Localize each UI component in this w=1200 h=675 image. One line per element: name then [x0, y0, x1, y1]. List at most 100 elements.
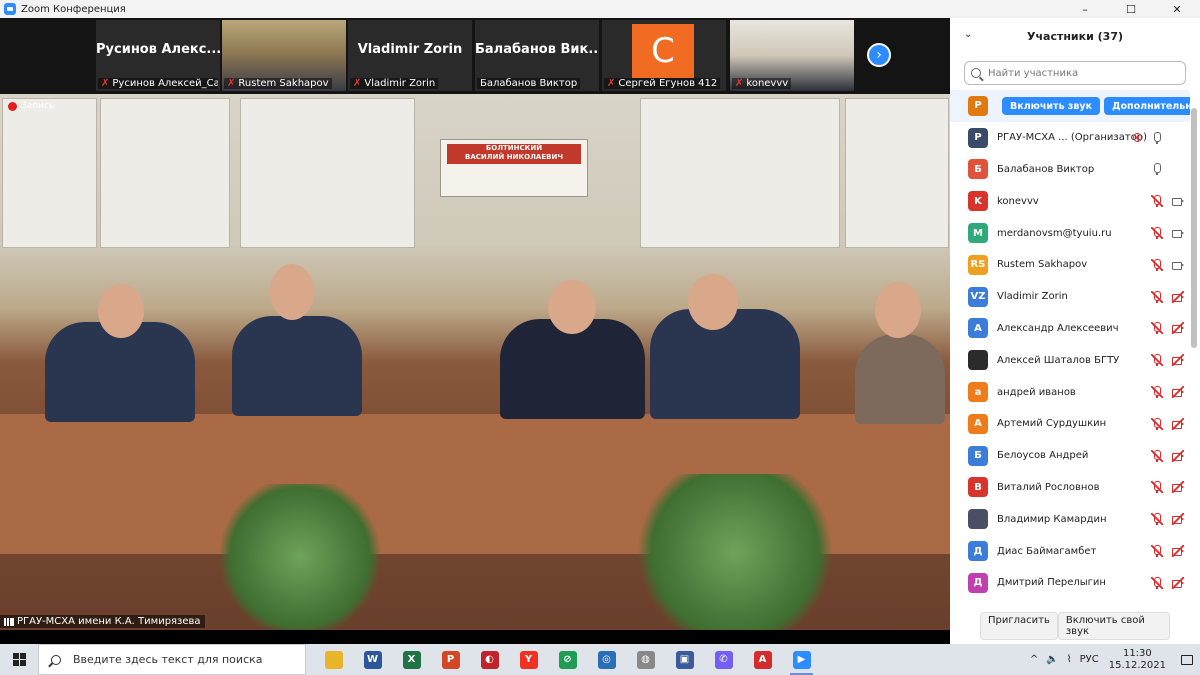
participant-row[interactable]: а андрей иванов — [950, 376, 1190, 408]
scroll-thumb[interactable] — [1191, 108, 1197, 348]
thumbnail-video[interactable]: С ✗ Сергей Егунов 412 — [602, 20, 726, 91]
save-app-taskbar-button[interactable]: ▣ — [665, 644, 704, 675]
camera-off-icon[interactable] — [1172, 322, 1184, 335]
person — [500, 319, 645, 419]
participant-row[interactable]: Д Дмитрий Перелыгин — [950, 567, 1190, 599]
language-indicator[interactable]: РУС — [1080, 654, 1099, 665]
mic-off-icon[interactable] — [1151, 545, 1163, 558]
thumbnail-video[interactable]: Русинов Алекс... ✗Русинов Алексей_Сар... — [96, 20, 220, 91]
participant-row[interactable]: RS Rustem Sakhapov — [950, 249, 1190, 281]
avatar: Р — [968, 127, 988, 148]
mic-off-icon[interactable] — [1151, 449, 1163, 462]
participant-row[interactable]: Б Балабанов Виктор — [950, 154, 1190, 186]
next-page-button[interactable]: › — [867, 43, 891, 67]
notifications-icon[interactable] — [1174, 644, 1200, 675]
powerpoint-taskbar-button[interactable]: P — [431, 644, 470, 675]
mic-off-icon[interactable] — [1151, 322, 1163, 335]
wall-exhibit — [100, 98, 230, 248]
chevron-down-icon[interactable]: ⌄ — [964, 29, 972, 40]
yandex-browser-taskbar-button[interactable]: Y — [509, 644, 548, 675]
acrobat-taskbar-button[interactable]: A — [743, 644, 782, 675]
camera-icon[interactable] — [1172, 259, 1184, 271]
clock-date: 15.12.2021 — [1108, 659, 1166, 671]
thumbnail-video[interactable]: Vladimir Zorin ✗ Vladimir Zorin — [348, 20, 472, 91]
mic-off-icon[interactable] — [1151, 417, 1163, 430]
camera-off-icon[interactable] — [1172, 417, 1184, 430]
participant-row[interactable]: Р РГАУ-МСХА ... (Организатор) — [950, 122, 1190, 154]
zoom-taskbar-button[interactable]: ▶ — [782, 644, 821, 675]
mic-off-icon[interactable] — [1151, 227, 1163, 240]
taskbar-search-placeholder: Введите здесь текст для поиска — [73, 653, 263, 666]
tray-chevron-icon[interactable]: ^ — [1030, 654, 1038, 665]
unmute-self-button[interactable]: Включить свой звук — [1057, 612, 1170, 640]
avatar: С — [632, 24, 694, 78]
close-button[interactable]: ✕ — [1154, 0, 1200, 18]
search-input[interactable] — [986, 66, 1166, 80]
camera-off-icon[interactable] — [1172, 545, 1184, 558]
thumbnail-video[interactable]: ✗ Rustem Sakhapov — [222, 20, 346, 91]
camera-off-icon[interactable] — [1172, 576, 1184, 589]
file-explorer-taskbar-button[interactable] — [314, 644, 353, 675]
mic-off-icon[interactable] — [1151, 481, 1163, 494]
word-taskbar-button[interactable]: W — [353, 644, 392, 675]
participant-row[interactable]: А Александр Алексеевич — [950, 313, 1190, 345]
app-red-taskbar-button[interactable]: ◐ — [470, 644, 509, 675]
camera-off-icon[interactable] — [1172, 449, 1184, 462]
camera-off-icon[interactable] — [1172, 290, 1184, 303]
person-head — [875, 282, 921, 338]
taskbar-search[interactable]: Введите здесь текст для поиска — [38, 644, 306, 675]
participant-row[interactable]: Mmerdanovsm@tyuiu.ru — [950, 217, 1190, 249]
participant-row[interactable]: Б Белоусов Андрей — [950, 440, 1190, 472]
clock[interactable]: 11:30 15.12.2021 — [1109, 648, 1166, 672]
camera-icon[interactable] — [1172, 227, 1184, 239]
mic-off-icon[interactable] — [1151, 513, 1163, 526]
recording-label: Запись — [21, 101, 55, 111]
participant-row[interactable]: Kkonevvv — [950, 185, 1190, 217]
camera-icon[interactable] — [1172, 195, 1184, 207]
participant-row[interactable]: В Виталий Рословнов — [950, 472, 1190, 504]
title-bar: Zoom Конференция – ☐ ✕ — [0, 0, 1200, 18]
participant-row[interactable]: VZ Vladimir Zorin — [950, 281, 1190, 313]
participant-row[interactable]: Владимир Камардин — [950, 503, 1190, 535]
avatar — [968, 350, 988, 371]
mic-off-icon[interactable] — [1151, 290, 1163, 303]
thumbnail-video[interactable]: ✗ konevvv — [730, 20, 854, 91]
app-blue-globe-taskbar-button[interactable]: ◎ — [587, 644, 626, 675]
more-button[interactable]: Дополнительно — [1104, 97, 1190, 115]
participant-row[interactable]: Д Диас Баймагамбет — [950, 535, 1190, 567]
mic-off-icon[interactable] — [1151, 354, 1163, 367]
mic-off-icon[interactable] — [1151, 576, 1163, 589]
participant-name: андрей иванов — [997, 386, 1076, 398]
viber-taskbar-button[interactable]: ✆ — [704, 644, 743, 675]
minimize-button[interactable]: – — [1062, 0, 1108, 18]
scrollbar[interactable] — [1191, 90, 1197, 600]
participant-row[interactable]: А Артемий Сурдушкин — [950, 408, 1190, 440]
search-icon — [51, 654, 61, 665]
excel-taskbar-button[interactable]: X — [392, 644, 431, 675]
participant-search[interactable] — [964, 61, 1186, 85]
app-chrome-like-taskbar-button[interactable]: ◍ — [626, 644, 665, 675]
thumbnail-video[interactable]: Балабанов Вик... Балабанов Виктор — [475, 20, 599, 91]
active-speaker-video[interactable]: БОЛТИНСКИЙ ВАСИЛИЙ НИКОЛАЕВИЧ Запись РГА… — [0, 94, 950, 630]
app-green-taskbar-button[interactable]: ⊘ — [548, 644, 587, 675]
participant-row[interactable]: Алексей Шаталов БГТУ — [950, 344, 1190, 376]
participant-row[interactable]: Р Включить звук Дополнительно — [950, 90, 1190, 122]
mic-off-icon[interactable] — [1151, 258, 1163, 271]
avatar: M — [968, 223, 988, 244]
camera-off-icon[interactable] — [1172, 513, 1184, 526]
unmute-button[interactable]: Включить звук — [1002, 97, 1101, 115]
camera-off-icon[interactable] — [1172, 354, 1184, 367]
mic-off-icon[interactable] — [1151, 386, 1163, 399]
invite-button[interactable]: Пригласить — [980, 612, 1058, 640]
participant-name: Диас Баймагамбет — [997, 545, 1097, 557]
mic-icon[interactable] — [1151, 163, 1163, 176]
camera-off-icon[interactable] — [1172, 481, 1184, 494]
mic-icon[interactable] — [1151, 131, 1163, 144]
maximize-button[interactable]: ☐ — [1108, 0, 1154, 18]
mic-off-icon[interactable] — [1151, 195, 1163, 208]
network-icon[interactable]: ⌇ — [1067, 654, 1072, 665]
volume-icon[interactable]: 🔈 — [1046, 654, 1058, 665]
start-button[interactable] — [0, 644, 38, 675]
mic-off-icon: ✗ — [101, 78, 110, 89]
camera-off-icon[interactable] — [1172, 386, 1184, 399]
